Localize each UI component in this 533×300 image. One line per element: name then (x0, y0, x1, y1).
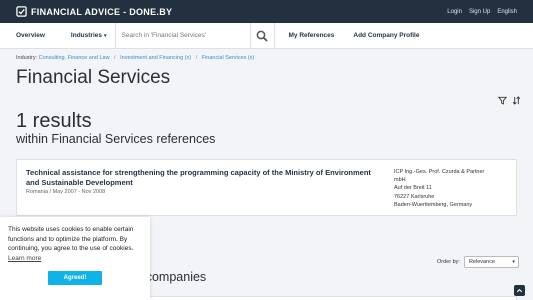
results-subtitle: within Financial Services references (16, 132, 216, 146)
breadcrumb-item-consulting[interactable]: Consulting, Finance and Law (39, 55, 110, 61)
login-link[interactable]: Login (447, 9, 462, 15)
company-city: 76227 Karlsruhe (394, 193, 435, 200)
breadcrumb-item-financial-services[interactable]: Financial Services (x) (202, 55, 255, 61)
breadcrumb: Industry: Consulting, Finance and Law / … (16, 55, 254, 61)
caret-down-icon: ▾ (103, 32, 107, 39)
order-by: Order by: Relevance ▾ (437, 256, 519, 268)
company-address: ICP Ing.-Ges. Prof. Czurda & Partner mbH… (394, 168, 484, 209)
chevron-up-icon (516, 288, 523, 293)
cookie-learn-more-link[interactable]: Learn more (8, 255, 142, 262)
reference-card[interactable]: Technical assistance for strengthening t… (16, 159, 517, 216)
company-name-line-1: ICP Ing.-Ges. Prof. Czurda & Partner (394, 169, 485, 175)
search-input[interactable] (121, 32, 250, 39)
company-street: Auf der Breit 11 (394, 185, 432, 192)
company-name-line-2: mbH (394, 177, 406, 184)
breadcrumb-label: Industry: (16, 55, 38, 61)
nav-overview[interactable]: Overview (0, 23, 63, 48)
main-nav: Overview Industries ▾ My References Add … (0, 23, 533, 49)
nav-add-company-profile[interactable]: Add Company Profile (353, 32, 429, 39)
breadcrumb-item-investment[interactable]: Investment and Financing (x) (120, 55, 191, 61)
reference-meta: Romania / May 2007 - Nov 2008 (26, 189, 106, 195)
search-icon (256, 30, 268, 42)
order-by-value: Relevance (468, 259, 495, 265)
cookie-banner: This website uses cookies to enable cert… (0, 217, 150, 300)
results-count: 1 results (16, 110, 92, 132)
signup-link[interactable]: Sign Up (469, 9, 490, 15)
brand-name: FINANCIAL ADVICE - DONE.BY (31, 6, 173, 17)
chevron-down-icon: ▾ (512, 259, 515, 265)
company-region: Baden-Wuerttemberg, Germany (394, 201, 473, 208)
breadcrumb-separator: / (195, 55, 198, 61)
search-button[interactable] (249, 23, 275, 48)
top-bar: FINANCIAL ADVICE - DONE.BY Login Sign Up… (0, 0, 533, 23)
nav-industries-label: Industries (70, 32, 102, 39)
order-by-label: Order by: (437, 259, 460, 265)
filter-tools (498, 96, 521, 105)
language-link[interactable]: English (497, 9, 517, 15)
nav-my-references[interactable]: My References (289, 32, 345, 39)
scroll-top-button[interactable] (514, 285, 525, 296)
reference-title[interactable]: Technical assistance for strengthening t… (26, 168, 386, 187)
brand-logo[interactable]: FINANCIAL ADVICE - DONE.BY (16, 6, 172, 17)
order-by-select[interactable]: Relevance ▾ (463, 256, 519, 268)
search-box (114, 23, 250, 48)
breadcrumb-separator: / (114, 55, 116, 61)
check-square-icon (16, 6, 27, 17)
sort-icon[interactable] (512, 96, 521, 105)
cookie-accept-button[interactable]: Agreed! (48, 271, 102, 285)
top-links: Login Sign Up English (447, 9, 517, 15)
nav-industries[interactable]: Industries ▾ (63, 23, 115, 48)
filter-icon[interactable] (498, 96, 507, 105)
cookie-text: This website uses cookies to enable cert… (8, 226, 134, 252)
page-title: Financial Services (16, 67, 171, 88)
nav-right: My References Add Company Profile (289, 23, 439, 48)
